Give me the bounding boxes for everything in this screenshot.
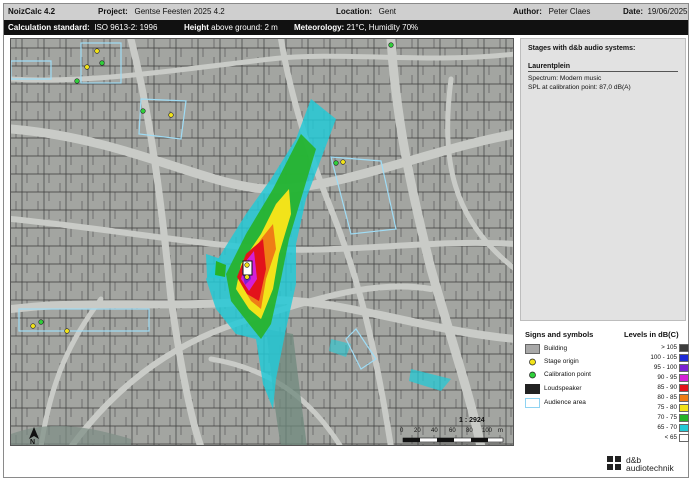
level-swatch	[679, 384, 689, 392]
level-label: 100 - 105	[650, 354, 677, 361]
level-swatch	[679, 404, 689, 412]
stage-name: Laurentplein	[528, 63, 678, 72]
level-label: > 105	[661, 344, 677, 351]
project-field: Project: Gentse Feesten 2025 4.2	[98, 7, 225, 16]
noise-map[interactable]: 0 20 40 60 80 100 m 1 : 2924 N	[10, 38, 514, 446]
title-bar: NoizCalc 4.2 Project: Gentse Feesten 202…	[4, 4, 688, 20]
level-row: 75 - 80	[622, 403, 690, 412]
level-row: 100 - 105	[622, 353, 690, 362]
level-swatch	[679, 414, 689, 422]
height-setting: Height above ground: 2 m	[184, 23, 278, 32]
level-label: 80 - 85	[657, 394, 677, 401]
green-dot-icon	[525, 370, 540, 380]
level-label: 75 - 80	[657, 404, 677, 411]
level-row: 95 - 100	[622, 363, 690, 372]
level-label: 95 - 100	[653, 364, 677, 371]
north-label: N	[30, 439, 36, 446]
report-page: NoizCalc 4.2 Project: Gentse Feesten 202…	[3, 3, 689, 478]
level-row: 70 - 75	[622, 413, 690, 422]
level-row: 80 - 85	[622, 393, 690, 402]
level-swatch	[679, 364, 689, 372]
calc-standard: Calculation standard: ISO 9613-2: 1996	[8, 23, 158, 32]
stages-panel: Stages with d&b audio systems: Laurentpl…	[520, 38, 686, 321]
level-row: 85 - 90	[622, 383, 690, 392]
light-blue-outline-icon	[525, 398, 540, 408]
level-row: > 105	[622, 343, 690, 352]
level-row: 90 - 95	[622, 373, 690, 382]
black-bar-icon	[525, 384, 540, 394]
stages-title: Stages with d&b audio systems:	[528, 45, 636, 52]
db-audiotechnik-logo: d&b audiotechnik	[607, 454, 687, 478]
levels-title: Levels in dB(C)	[624, 330, 679, 339]
level-swatch	[679, 374, 689, 382]
north-arrow: N	[27, 427, 41, 446]
level-label: 65 - 70	[657, 424, 677, 431]
calc-settings-bar: Calculation standard: ISO 9613-2: 1996 H…	[4, 20, 688, 35]
logo-mark-icon	[607, 456, 621, 470]
meteorology-setting: Meteorology: 21°C, Humidity 70%	[294, 23, 419, 32]
date-field: Date: 19/06/2025	[623, 7, 688, 16]
level-swatch	[679, 394, 689, 402]
level-swatch	[679, 434, 689, 442]
author-field: Author: Peter Claes	[513, 7, 591, 16]
symbols-title: Signs and symbols	[525, 330, 594, 339]
level-label: 90 - 95	[657, 374, 677, 381]
scale-bar	[402, 437, 504, 443]
level-label: 70 - 75	[657, 414, 677, 421]
stage-spl: SPL at calibration point: 87,0 dB(A)	[528, 84, 631, 91]
level-swatch	[679, 354, 689, 362]
yellow-dot-icon	[525, 357, 540, 367]
map-graphic	[11, 39, 513, 445]
scale-ratio: 1 : 2924	[459, 417, 485, 424]
app-name: NoizCalc 4.2	[8, 7, 56, 16]
level-row: 65 - 70	[622, 423, 690, 432]
location-field: Location: Gent	[336, 7, 397, 16]
logo-line2: audiotechnik	[626, 463, 674, 473]
stage-spectrum: Spectrum: Modern music	[528, 75, 602, 82]
level-row: < 65	[622, 433, 690, 442]
level-swatch	[679, 424, 689, 432]
level-label: < 65	[664, 434, 677, 441]
level-label: 85 - 90	[657, 384, 677, 391]
level-swatch	[679, 344, 689, 352]
building-swatch-icon	[525, 344, 540, 354]
